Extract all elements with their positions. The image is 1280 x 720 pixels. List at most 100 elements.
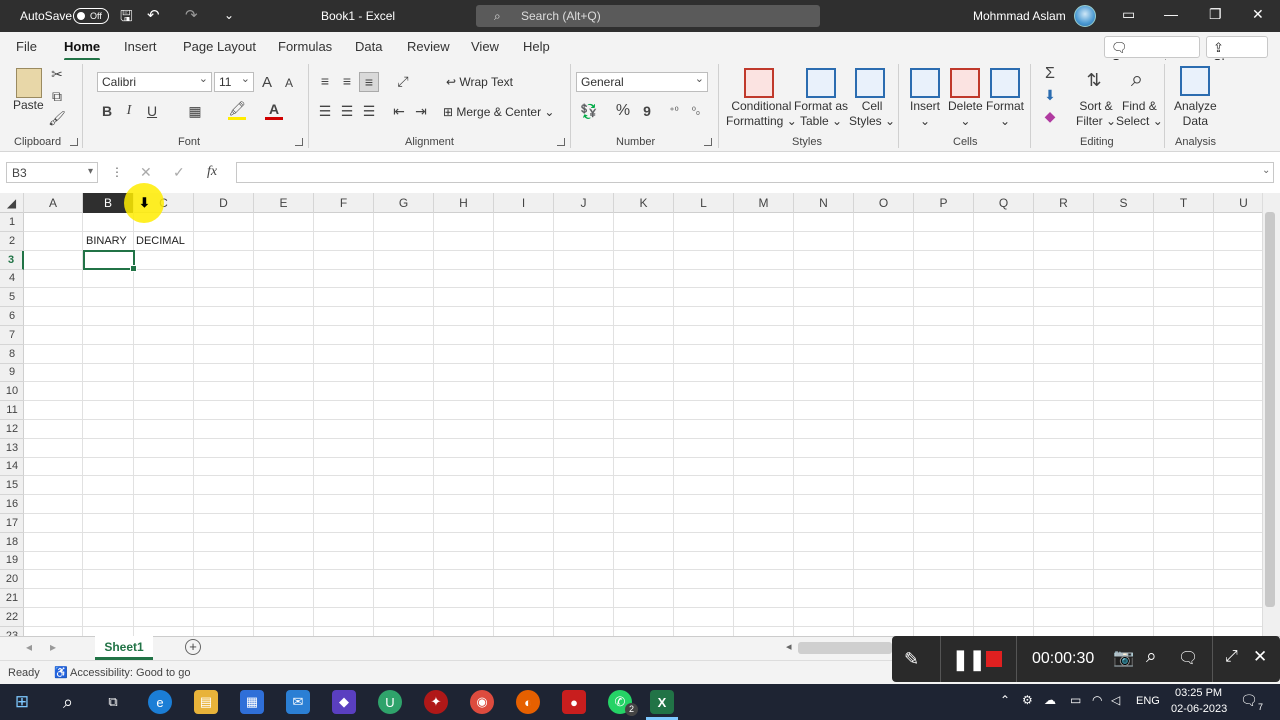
- row-header-20[interactable]: 20: [0, 570, 24, 590]
- column-header-p[interactable]: P: [914, 193, 974, 213]
- font-launcher-icon[interactable]: [295, 138, 303, 146]
- insert-function-icon[interactable]: fx: [207, 164, 217, 180]
- camera-icon[interactable]: 📷: [1113, 648, 1134, 668]
- volume-icon[interactable]: ◁: [1111, 693, 1120, 707]
- format-button[interactable]: Format ⌄: [986, 99, 1024, 129]
- more-icon[interactable]: ⋮: [111, 165, 123, 179]
- decrease-decimal-icon[interactable]: ⁰₀: [686, 102, 706, 120]
- enter-icon[interactable]: ✓: [173, 164, 185, 181]
- tab-file[interactable]: File: [16, 39, 37, 54]
- row-header-8[interactable]: 8: [0, 345, 24, 364]
- comments-button[interactable]: 🗨 Comments: [1104, 36, 1200, 71]
- fill-color-icon[interactable]: 🖍: [228, 100, 246, 120]
- scroll-tabs-left-icon[interactable]: ◂: [26, 640, 32, 654]
- windows-start-icon[interactable]: ⊞: [10, 690, 34, 714]
- delete-cells-icon[interactable]: [950, 68, 980, 98]
- underline-button[interactable]: U: [145, 102, 159, 120]
- wrap-text-button[interactable]: ↩ Wrap Text: [446, 75, 513, 90]
- tab-insert[interactable]: Insert: [124, 39, 157, 54]
- search-box[interactable]: ⌕ Search (Alt+Q): [476, 5, 820, 27]
- percent-button[interactable]: %: [614, 102, 632, 120]
- cell-c2[interactable]: DECIMAL: [136, 235, 185, 247]
- task-view-icon[interactable]: ⧉: [101, 690, 125, 714]
- redo-icon[interactable]: ↷: [185, 6, 198, 24]
- cell-b2[interactable]: BINARY: [86, 235, 127, 247]
- language-indicator[interactable]: ENG: [1136, 695, 1160, 707]
- upwork-icon[interactable]: U: [378, 690, 402, 714]
- row-header-17[interactable]: 17: [0, 514, 24, 533]
- row-header-10[interactable]: 10: [0, 382, 24, 402]
- customize-qat-icon[interactable]: ⌄: [224, 8, 234, 22]
- decrease-indent-icon[interactable]: ⇤: [390, 102, 408, 120]
- increase-indent-icon[interactable]: ⇥: [412, 102, 430, 120]
- chrome-icon[interactable]: ◉: [470, 690, 494, 714]
- row-header-2[interactable]: 2: [0, 232, 24, 251]
- cell-styles-button[interactable]: Cell Styles ⌄: [849, 99, 895, 129]
- align-left-icon[interactable]: ☰: [316, 102, 334, 120]
- column-header-m[interactable]: M: [734, 193, 794, 213]
- analyze-data-button[interactable]: Analyze Data: [1174, 99, 1217, 129]
- tab-help[interactable]: Help: [523, 39, 550, 54]
- column-header-d[interactable]: D: [194, 193, 254, 213]
- clock-time[interactable]: 03:25 PM: [1175, 687, 1222, 699]
- column-header-f[interactable]: F: [314, 193, 374, 213]
- expand-formula-icon[interactable]: ⌄: [1262, 165, 1270, 176]
- onedrive-icon[interactable]: ☁: [1044, 693, 1056, 707]
- font-name-select[interactable]: Calibri: [97, 72, 212, 92]
- row-header-18[interactable]: 18: [0, 533, 24, 552]
- alignment-launcher-icon[interactable]: [557, 138, 565, 146]
- column-header-r[interactable]: R: [1034, 193, 1094, 213]
- decrease-font-icon[interactable]: A: [281, 74, 297, 92]
- battery-icon[interactable]: ▭: [1070, 693, 1081, 707]
- paste-button[interactable]: Paste: [13, 98, 44, 113]
- column-header-e[interactable]: E: [254, 193, 314, 213]
- row-header-4[interactable]: 4: [0, 269, 24, 289]
- file-explorer-icon[interactable]: ▤: [194, 690, 218, 714]
- analyze-data-icon[interactable]: [1180, 66, 1210, 96]
- column-header-i[interactable]: I: [494, 193, 554, 213]
- bottom-align-icon[interactable]: ≡: [359, 72, 379, 92]
- worksheet-grid[interactable]: [24, 213, 1262, 636]
- row-header-22[interactable]: 22: [0, 608, 24, 627]
- add-sheet-button[interactable]: +: [185, 639, 201, 655]
- borders-icon[interactable]: ▦: [186, 102, 204, 120]
- column-header-l[interactable]: L: [674, 193, 734, 213]
- number-launcher-icon[interactable]: [704, 138, 712, 146]
- autosum-icon[interactable]: Σ: [1042, 65, 1058, 82]
- bold-button[interactable]: B: [100, 102, 114, 120]
- row-header-21[interactable]: 21: [0, 589, 24, 608]
- name-box-dropdown-icon[interactable]: ▾: [88, 166, 93, 177]
- undo-icon[interactable]: ↶: [147, 6, 160, 24]
- chat-icon[interactable]: 🗨: [1178, 648, 1198, 668]
- fill-icon[interactable]: ⬇: [1042, 87, 1058, 103]
- show-hidden-icons-icon[interactable]: ⌃: [1000, 693, 1010, 707]
- conditional-formatting-button[interactable]: Conditional Formatting ⌄: [726, 99, 797, 129]
- column-header-g[interactable]: G: [374, 193, 434, 213]
- tab-home[interactable]: Home: [64, 39, 101, 61]
- tab-page-layout[interactable]: Page Layout: [183, 39, 256, 54]
- row-header-5[interactable]: 5: [0, 288, 24, 308]
- merge-center-button[interactable]: ⊞ Merge & Center ⌄: [443, 105, 554, 120]
- column-header-s[interactable]: S: [1094, 193, 1154, 213]
- tab-formulas[interactable]: Formulas: [278, 39, 332, 54]
- close-icon[interactable]: ✕: [1252, 6, 1264, 23]
- excel-icon[interactable]: X: [650, 690, 674, 714]
- align-right-icon[interactable]: ☰: [360, 102, 378, 120]
- edit-icon[interactable]: ⤢: [1225, 648, 1238, 666]
- italic-button[interactable]: I: [122, 102, 136, 120]
- insert-button[interactable]: Insert ⌄: [910, 99, 940, 129]
- format-cells-icon[interactable]: [990, 68, 1020, 98]
- format-as-table-icon[interactable]: [806, 68, 836, 98]
- vertical-scroll-thumb[interactable]: [1265, 212, 1275, 607]
- user-name[interactable]: Mohmmad Aslam: [973, 9, 1066, 23]
- recorder-app-icon[interactable]: ●: [562, 690, 586, 714]
- minimize-icon[interactable]: —: [1164, 6, 1178, 22]
- conditional-formatting-icon[interactable]: [744, 68, 774, 98]
- column-header-j[interactable]: J: [554, 193, 614, 213]
- paste-icon[interactable]: [16, 68, 42, 98]
- close-recorder-icon[interactable]: ✕: [1253, 647, 1267, 667]
- scroll-tabs-right-icon[interactable]: ▸: [50, 640, 56, 654]
- row-header-3[interactable]: 3: [0, 250, 24, 270]
- increase-decimal-icon[interactable]: ⁺⁰: [664, 102, 684, 120]
- column-header-o[interactable]: O: [854, 193, 914, 213]
